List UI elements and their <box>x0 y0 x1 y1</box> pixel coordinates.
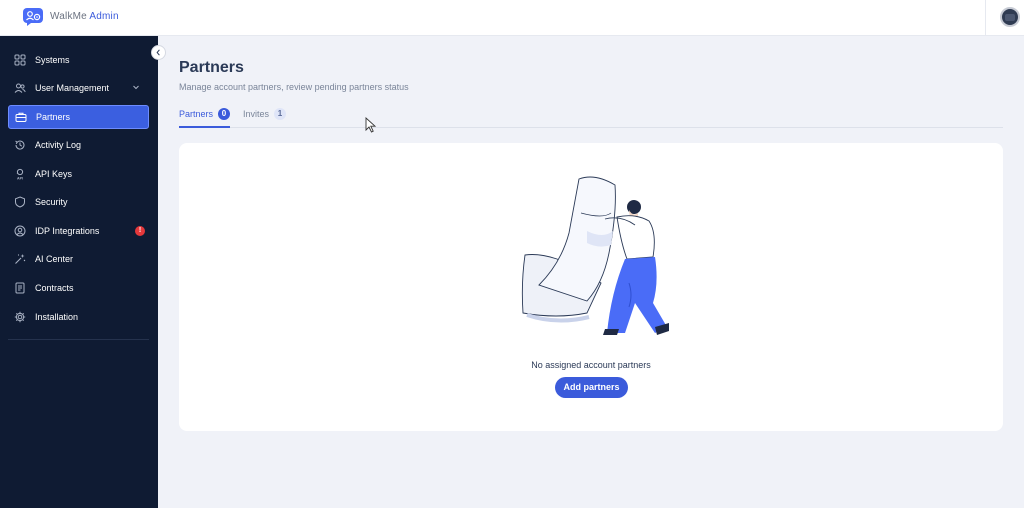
sidebar-item-label: IDP Integrations <box>35 226 100 236</box>
gear-icon <box>14 311 26 323</box>
tab-invites[interactable]: Invites 1 <box>243 108 287 128</box>
sidebar-item-label: Contracts <box>35 283 74 293</box>
grid-icon <box>14 54 26 66</box>
history-icon <box>14 139 26 151</box>
page-title: Partners <box>179 59 244 76</box>
sidebar-item-label: Installation <box>35 312 79 322</box>
tab-label: Invites <box>243 109 270 119</box>
sidebar-item-ai-center[interactable]: AI Center <box>8 247 149 271</box>
tab-count-badge: 0 <box>218 108 231 120</box>
shield-icon <box>14 196 26 208</box>
sidebar-item-security[interactable]: Security <box>8 190 149 214</box>
users-icon <box>14 82 26 94</box>
user-avatar[interactable] <box>1000 7 1020 27</box>
sidebar-item-api-keys[interactable]: API API Keys <box>8 162 149 186</box>
page-subtitle: Manage account partners, review pending … <box>179 82 409 92</box>
chevron-left-icon <box>156 49 160 56</box>
sidebar-divider <box>8 339 149 340</box>
briefcase-icon <box>15 111 27 123</box>
top-bar: WalkMe Admin <box>0 0 1024 36</box>
sidebar-item-label: User Management <box>35 83 110 93</box>
mouse-cursor-icon <box>365 117 377 133</box>
add-partners-button[interactable]: Add partners <box>555 377 628 398</box>
sidebar-item-label: Partners <box>36 112 71 122</box>
empty-state-message: No assigned account partners <box>531 360 651 370</box>
sidebar-item-systems[interactable]: Systems <box>8 48 149 72</box>
tab-bar: Partners 0 Invites 1 <box>179 108 1003 128</box>
app-title: WalkMe Admin <box>50 11 119 22</box>
sidebar-item-label: Activity Log <box>35 140 82 150</box>
idp-icon <box>14 225 26 237</box>
walkme-logo-icon[interactable] <box>22 7 44 27</box>
tab-label: Partners <box>179 109 214 119</box>
sidebar-item-idp-integrations[interactable]: IDP Integrations ! <box>8 219 149 243</box>
sidebar: Systems User Management Partners Activit… <box>0 36 158 508</box>
empty-state-card: No assigned account partners Add partner… <box>179 143 1003 431</box>
sidebar-item-partners[interactable]: Partners <box>8 105 149 129</box>
person-carrying-paper-illustration <box>521 176 669 335</box>
document-icon <box>14 282 26 294</box>
svg-text:API: API <box>17 177 23 181</box>
api-key-icon: API <box>14 168 26 180</box>
sidebar-item-activity-log[interactable]: Activity Log <box>8 133 149 157</box>
tab-count-badge: 1 <box>274 108 287 120</box>
app-name-accent: Admin <box>89 11 119 22</box>
app-name: WalkMe <box>50 11 87 22</box>
alert-badge: ! <box>135 226 145 236</box>
sidebar-item-label: API Keys <box>35 169 73 179</box>
sidebar-item-installation[interactable]: Installation <box>8 305 149 329</box>
top-bar-divider <box>985 0 986 36</box>
tab-partners[interactable]: Partners 0 <box>179 108 231 128</box>
sidebar-item-user-management[interactable]: User Management <box>8 76 149 100</box>
sidebar-item-label: Security <box>35 197 68 207</box>
chevron-down-icon[interactable] <box>131 82 141 92</box>
sidebar-item-label: AI Center <box>35 254 74 264</box>
sidebar-collapse-button[interactable] <box>151 45 166 60</box>
sidebar-item-label: Systems <box>35 55 70 65</box>
sidebar-item-contracts[interactable]: Contracts <box>8 276 149 300</box>
sparkle-wand-icon <box>14 253 26 265</box>
